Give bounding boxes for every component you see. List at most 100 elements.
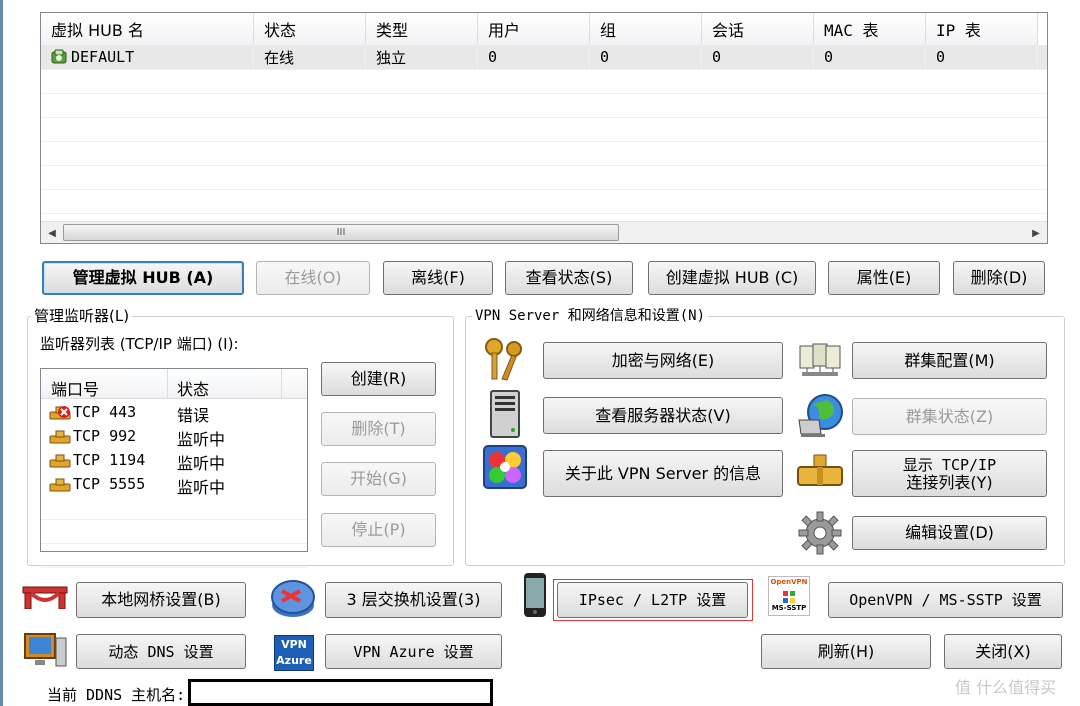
column-header-hub-name[interactable]: 虚拟 HUB 名: [41, 13, 254, 45]
hub-list-table[interactable]: 虚拟 HUB 名 状态 类型 用户 组 会话 MAC 表 IP 表 DEFAUL…: [40, 12, 1048, 244]
offline-button[interactable]: 离线(F): [383, 261, 493, 295]
dynamic-dns-button[interactable]: 动态 DNS 设置: [76, 634, 246, 669]
hub-groups-cell: 0: [590, 45, 702, 69]
l3-switch-icon: [270, 575, 316, 619]
about-info-icon: [483, 445, 527, 489]
refresh-button[interactable]: 刷新(H): [761, 634, 931, 669]
scrollbar-thumb[interactable]: III: [63, 224, 619, 241]
tcp-connection-list-button[interactable]: 显示 TCP/IP 连接列表(Y): [852, 450, 1047, 497]
empty-row: [41, 141, 1047, 166]
keys-icon: [482, 337, 528, 383]
create-listener-button[interactable]: 创建(R): [321, 362, 436, 396]
server-icon: [487, 390, 525, 438]
listener-row[interactable]: TCP 443 错误: [41, 400, 307, 425]
vpn-server-group-title: VPN Server 和网络信息和设置(N): [472, 305, 709, 325]
openvpn-icon-top-text: OpenVPN: [770, 578, 808, 586]
scroll-right-arrow[interactable]: ▶: [1025, 222, 1047, 243]
ddns-hostname-label: 当前 DDNS 主机名:: [47, 686, 186, 704]
listener-port-cell: TCP 1194: [73, 451, 146, 469]
virtual-hub-icon: [51, 49, 67, 65]
listener-status-cell: 监听中: [177, 454, 226, 473]
listener-status-cell: 监听中: [177, 430, 226, 449]
hub-users-cell: 0: [478, 45, 590, 69]
column-header-sessions[interactable]: 会话: [702, 13, 814, 45]
column-header-type[interactable]: 类型: [366, 13, 478, 45]
hub-table-header: 虚拟 HUB 名 状态 类型 用户 组 会话 MAC 表 IP 表: [41, 13, 1047, 46]
listener-list-label: 监听器列表 (TCP/IP 端口) (I):: [40, 335, 239, 353]
empty-row: [41, 544, 307, 568]
view-status-button[interactable]: 查看状态(S): [505, 261, 633, 295]
hub-table-row[interactable]: DEFAULT 在线 独立 0 0 0 0 0: [41, 45, 1047, 70]
delete-listener-button[interactable]: 删除(T): [321, 412, 436, 446]
listener-status-cell: 监听中: [177, 478, 226, 497]
column-header-ip-table[interactable]: IP 表: [926, 13, 1038, 45]
empty-row: [41, 69, 1047, 94]
scroll-left-arrow[interactable]: ◀: [41, 222, 63, 243]
vpn-azure-icon: VPN Azure: [274, 635, 314, 671]
hub-ip-table-cell: 0: [926, 45, 1038, 69]
listener-group-title: 管理监听器(L): [31, 305, 133, 326]
listener-port-cell: TCP 992: [73, 427, 137, 445]
properties-button[interactable]: 属性(E): [828, 261, 940, 295]
column-header-port[interactable]: 端口号: [51, 376, 99, 400]
port-listening-icon: [49, 452, 71, 468]
vpn-azure-button[interactable]: VPN Azure 设置: [325, 634, 502, 669]
vpn-azure-icon-top-text: VPN: [281, 638, 307, 651]
openvpn-icon: OpenVPN MS-SSTP: [768, 576, 810, 616]
view-server-status-button[interactable]: 查看服务器状态(V): [543, 397, 783, 434]
hub-status-cell: 在线: [254, 45, 366, 69]
manage-hub-button[interactable]: 管理虚拟 HUB (A): [42, 261, 244, 295]
edit-config-button[interactable]: 编辑设置(D): [852, 516, 1047, 550]
delete-hub-button[interactable]: 删除(D): [953, 261, 1045, 295]
listener-row[interactable]: TCP 992 监听中: [41, 424, 307, 449]
listener-port-cell: TCP 5555: [73, 475, 146, 493]
cluster-status-button[interactable]: 群集状态(Z): [852, 398, 1047, 435]
phone-icon: [523, 572, 547, 618]
hub-sessions-cell: 0: [702, 45, 814, 69]
openvpn-sstp-button[interactable]: OpenVPN / MS-SSTP 设置: [828, 582, 1063, 618]
dynamic-dns-icon: [22, 632, 68, 670]
listener-row[interactable]: TCP 5555 监听中: [41, 472, 307, 497]
empty-row: [41, 165, 1047, 190]
about-vpn-server-button[interactable]: 关于此 VPN Server 的信息: [543, 450, 783, 497]
listener-port-cell: TCP 443: [73, 403, 137, 421]
cluster-config-button[interactable]: 群集配置(M): [852, 342, 1047, 379]
encryption-network-button[interactable]: 加密与网络(E): [543, 342, 783, 379]
empty-row: [41, 117, 1047, 142]
ipsec-l2tp-button[interactable]: IPsec / L2TP 设置: [557, 582, 748, 618]
tcp-list-line2: 连接列表(Y): [906, 472, 993, 492]
listener-status-cell: 错误: [177, 406, 210, 425]
column-header-groups[interactable]: 组: [590, 13, 702, 45]
window-left-edge: [0, 0, 3, 706]
hub-name-cell: DEFAULT: [71, 48, 135, 66]
online-button[interactable]: 在线(O): [256, 261, 370, 295]
local-bridge-icon: [22, 583, 68, 610]
column-header-listener-status[interactable]: 状态: [177, 376, 209, 400]
empty-row: [41, 520, 307, 544]
start-listener-button[interactable]: 开始(G): [321, 462, 436, 496]
ddns-hostname-field[interactable]: [188, 679, 493, 706]
vpn-azure-icon-bottom-text: Azure: [276, 654, 312, 667]
listener-list[interactable]: 端口号 状态 TCP 443 错误 TCP 992 监听中 TCP 1194 监听中 TCP…: [40, 368, 308, 568]
port-listening-icon: [49, 428, 71, 444]
empty-row: [41, 496, 307, 520]
empty-row: [41, 93, 1047, 118]
port-listening-icon: [49, 476, 71, 492]
globe-laptop-icon: [797, 392, 845, 438]
column-header-status[interactable]: 状态: [254, 13, 366, 45]
horizontal-scrollbar[interactable]: ◀ III ▶: [41, 221, 1047, 243]
cluster-servers-icon: [797, 342, 843, 380]
openvpn-icon-bottom-text: MS-SSTP: [771, 604, 807, 612]
listener-row[interactable]: TCP 1194 监听中: [41, 448, 307, 473]
empty-row: [41, 189, 1047, 214]
column-header-mac-table[interactable]: MAC 表: [814, 13, 926, 45]
gear-icon: [797, 510, 843, 556]
column-header-users[interactable]: 用户: [478, 13, 590, 45]
create-hub-button[interactable]: 创建虚拟 HUB (C): [648, 261, 816, 295]
stop-listener-button[interactable]: 停止(P): [321, 513, 436, 547]
close-button[interactable]: 关闭(X): [944, 634, 1062, 669]
l3-switch-button[interactable]: 3 层交换机设置(3): [325, 582, 502, 618]
local-bridge-button[interactable]: 本地网桥设置(B): [76, 582, 246, 618]
hub-type-cell: 独立: [366, 45, 478, 69]
pipe-connection-icon: [797, 453, 843, 493]
